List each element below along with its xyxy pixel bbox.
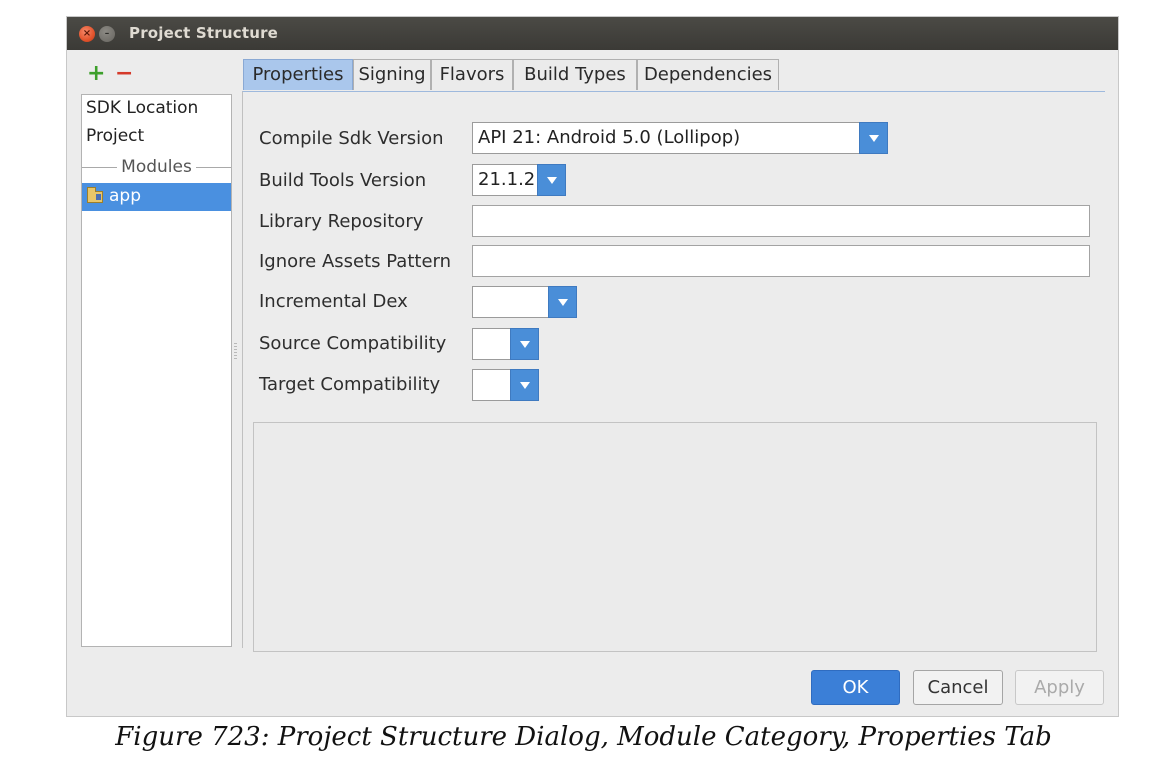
chevron-down-icon[interactable] bbox=[537, 164, 566, 196]
sidebar-section-label: Modules bbox=[121, 157, 192, 177]
source-compatibility-dropdown[interactable] bbox=[472, 328, 539, 360]
minimize-window-icon[interactable]: – bbox=[99, 26, 115, 42]
target-compatibility-dropdown[interactable] bbox=[472, 369, 539, 401]
incremental-dex-dropdown[interactable] bbox=[472, 286, 577, 318]
compile-sdk-dropdown[interactable]: API 21: Android 5.0 (Lollipop) bbox=[472, 122, 888, 154]
library-repository-label: Library Repository bbox=[259, 211, 424, 232]
remove-icon[interactable]: − bbox=[115, 63, 133, 85]
chevron-down-icon[interactable] bbox=[510, 328, 539, 360]
source-compatibility-label: Source Compatibility bbox=[259, 333, 447, 354]
tab-properties[interactable]: Properties bbox=[243, 59, 353, 90]
divider bbox=[195, 166, 231, 168]
title-bar: × – Project Structure bbox=[67, 17, 1118, 50]
tab-dependencies[interactable]: Dependencies bbox=[637, 59, 779, 90]
sidebar-item-sdk-location[interactable]: SDK Location bbox=[86, 98, 198, 118]
module-folder-icon bbox=[87, 187, 103, 203]
apply-button[interactable]: Apply bbox=[1015, 670, 1104, 705]
project-structure-dialog: × – Project Structure + − SDK Location P… bbox=[66, 16, 1119, 717]
sidebar-item-app[interactable]: app bbox=[82, 183, 231, 211]
ignore-assets-label: Ignore Assets Pattern bbox=[259, 251, 452, 272]
build-tools-dropdown[interactable]: 21.1.2 bbox=[472, 164, 566, 196]
chevron-down-icon[interactable] bbox=[548, 286, 577, 318]
ignore-assets-field[interactable] bbox=[472, 245, 1090, 277]
tab-flavors[interactable]: Flavors bbox=[431, 59, 513, 90]
build-tools-value: 21.1.2 bbox=[478, 169, 536, 190]
chevron-down-icon[interactable] bbox=[510, 369, 539, 401]
library-repository-field[interactable] bbox=[472, 205, 1090, 237]
chevron-down-icon[interactable] bbox=[859, 122, 888, 154]
ok-button[interactable]: OK bbox=[811, 670, 900, 705]
build-tools-label: Build Tools Version bbox=[259, 170, 427, 191]
add-icon[interactable]: + bbox=[87, 63, 105, 85]
sidebar-section-header: Modules bbox=[82, 156, 231, 178]
sidebar: SDK Location Project Modules app bbox=[81, 94, 232, 647]
compile-sdk-value: API 21: Android 5.0 (Lollipop) bbox=[478, 127, 741, 148]
properties-panel: Compile Sdk Version API 21: Android 5.0 … bbox=[242, 91, 1105, 652]
sidebar-item-label: app bbox=[109, 186, 141, 206]
figure-caption: Figure 723: Project Structure Dialog, Mo… bbox=[115, 722, 1052, 752]
target-compatibility-label: Target Compatibility bbox=[259, 374, 441, 395]
tab-signing[interactable]: Signing bbox=[353, 59, 431, 90]
compile-sdk-label: Compile Sdk Version bbox=[259, 128, 444, 149]
window-title: Project Structure bbox=[129, 24, 279, 42]
cancel-button[interactable]: Cancel bbox=[913, 670, 1003, 705]
sidebar-item-project[interactable]: Project bbox=[86, 126, 144, 146]
close-window-icon[interactable]: × bbox=[79, 26, 95, 42]
incremental-dex-label: Incremental Dex bbox=[259, 291, 408, 312]
divider bbox=[82, 166, 118, 168]
tab-build-types[interactable]: Build Types bbox=[513, 59, 637, 90]
details-panel bbox=[253, 422, 1097, 652]
splitter-handle[interactable] bbox=[234, 343, 237, 359]
